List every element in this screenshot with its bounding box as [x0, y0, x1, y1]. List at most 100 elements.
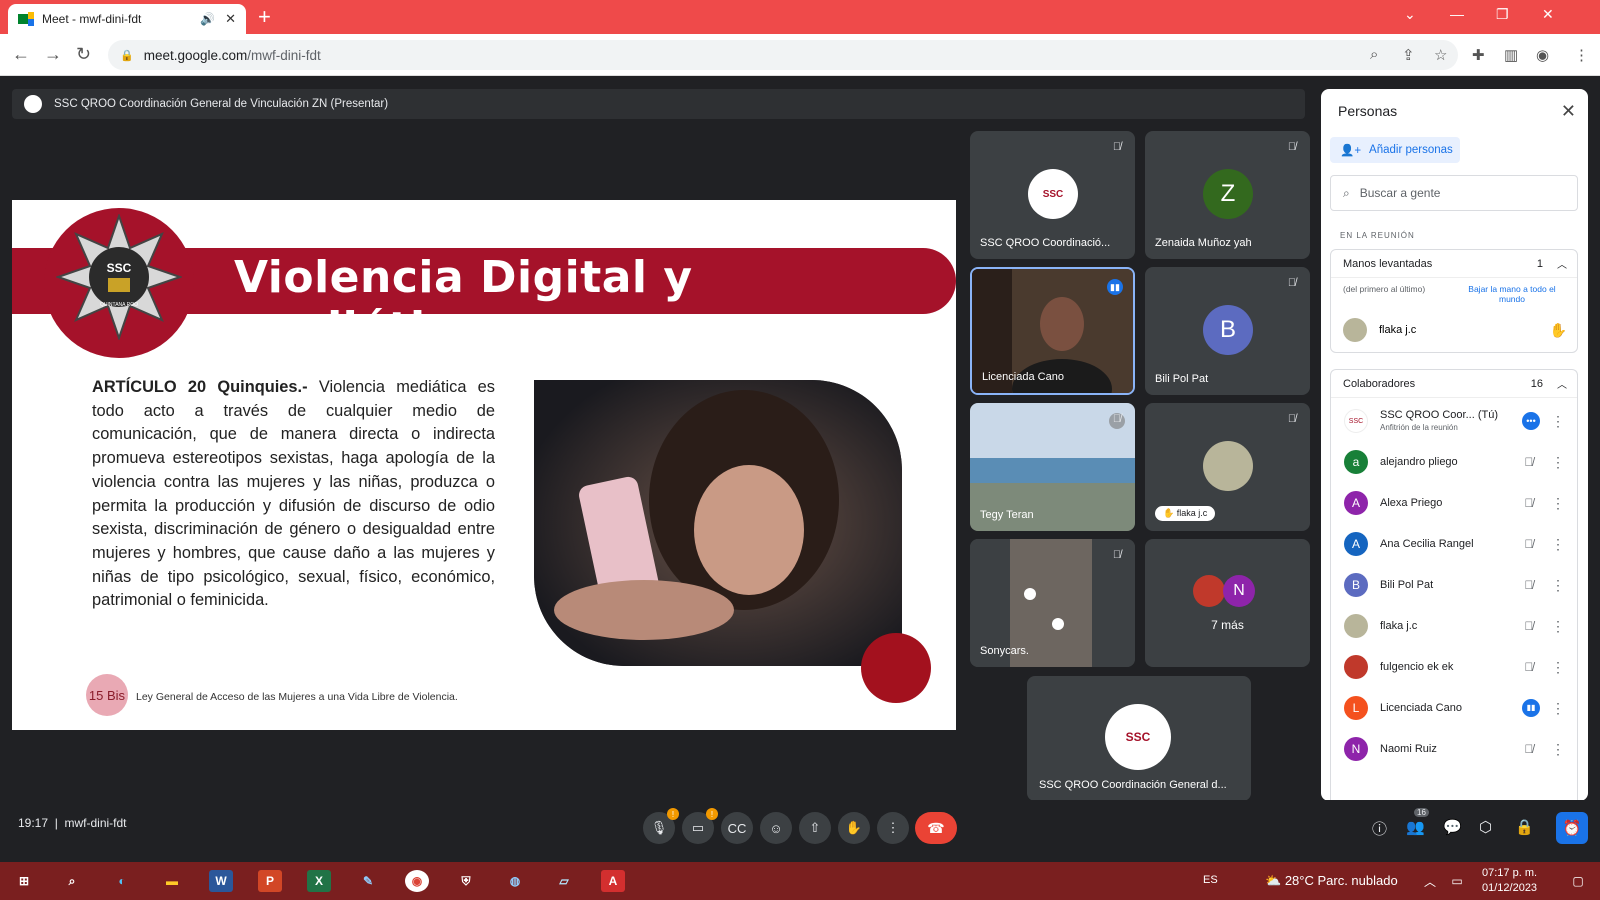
- mic-off-icon[interactable]: 🎙̸: [1518, 660, 1540, 674]
- word-icon[interactable]: W: [209, 870, 233, 892]
- chat-icon[interactable]: 💬: [1443, 818, 1462, 836]
- lock-icon[interactable]: 🔒: [120, 49, 134, 62]
- more-vert-icon[interactable]: ⋮: [1548, 618, 1568, 635]
- browser-menu-icon[interactable]: ⋮: [1574, 46, 1589, 64]
- participant-row[interactable]: fulgencio ek ek 🎙̸ ⋮: [1330, 647, 1578, 687]
- camera-button[interactable]: ▭!: [682, 808, 718, 844]
- mic-off-icon[interactable]: 🎙̸: [1518, 578, 1540, 592]
- reload-icon[interactable]: ↻: [76, 44, 91, 65]
- participant-tile-speaking[interactable]: ▮▮ Licenciada Cano: [970, 267, 1135, 395]
- minimize-icon[interactable]: —: [1450, 6, 1464, 22]
- people-icon[interactable]: 👥 16: [1406, 808, 1429, 836]
- new-tab-icon[interactable]: +: [258, 5, 271, 29]
- hand-icon[interactable]: ✋: [1550, 322, 1567, 339]
- mic-off-icon[interactable]: 🎙̸: [1518, 619, 1540, 633]
- participant-row[interactable]: SSC SSC QROO Coor... (Tú) Anfitrión de la…: [1330, 401, 1578, 441]
- participant-row[interactable]: N Naomi Ruiz 🎙̸ ⋮: [1330, 729, 1578, 769]
- acrobat-icon[interactable]: A: [601, 870, 625, 892]
- alarm-icon[interactable]: ⏰: [1556, 812, 1588, 844]
- share-icon[interactable]: ⇪: [1402, 46, 1415, 64]
- participant-row[interactable]: a alejandro pliego 🎙̸ ⋮: [1330, 442, 1578, 482]
- participant-tile[interactable]: 🎙̸ SSC SSC QROO Coordinació...: [970, 131, 1135, 259]
- excel-icon[interactable]: X: [307, 870, 331, 892]
- avatar: N: [1223, 575, 1255, 607]
- more-vert-icon[interactable]: ⋮: [1548, 741, 1568, 758]
- ssc-logo-avatar: SSC: [1028, 169, 1078, 219]
- tab-search-icon[interactable]: ⌄: [1404, 6, 1416, 23]
- bookmark-star-icon[interactable]: ☆: [1434, 46, 1447, 64]
- participant-tile[interactable]: 🎙̸ Sonycars.: [970, 539, 1135, 667]
- mic-off-icon[interactable]: 🎙̸: [1518, 496, 1540, 510]
- weather-widget[interactable]: ⛅ 28°C Parc. nublado: [1265, 873, 1398, 889]
- language-indicator[interactable]: ES: [1203, 874, 1218, 886]
- more-vert-icon[interactable]: ⋮: [1548, 495, 1568, 512]
- more-vert-icon[interactable]: ⋮: [1548, 577, 1568, 594]
- close-icon[interactable]: ✕: [1561, 101, 1576, 122]
- more-participants-tile[interactable]: N 7 más: [1145, 539, 1310, 667]
- options-icon[interactable]: •••: [1522, 412, 1540, 430]
- more-vert-icon[interactable]: ⋮: [1548, 413, 1568, 430]
- security-shield-icon[interactable]: ⛨: [454, 870, 478, 892]
- forward-icon[interactable]: →: [44, 44, 62, 65]
- profile-icon[interactable]: ◉: [1536, 46, 1549, 64]
- back-icon[interactable]: ←: [12, 44, 30, 65]
- add-people-button[interactable]: 👤+ Añadir personas: [1330, 137, 1460, 163]
- raised-hands-header[interactable]: Manos levantadas 1 ︿: [1331, 250, 1577, 278]
- lower-all-hands-button[interactable]: Bajar la mano a todo el mundo: [1457, 284, 1567, 304]
- browser-tab[interactable]: Meet - mwf-dini-fdt 🔊 ✕: [8, 4, 246, 34]
- edge-icon[interactable]: ◐: [110, 870, 134, 892]
- paint-palette-icon[interactable]: ◍: [503, 870, 527, 892]
- search-icon[interactable]: ⌕: [60, 870, 84, 892]
- windows-start-icon[interactable]: ⊞: [12, 870, 36, 892]
- more-vert-icon[interactable]: ⋮: [1548, 454, 1568, 471]
- captions-button[interactable]: CC: [721, 812, 753, 844]
- tray-expand-icon[interactable]: ︿: [1418, 870, 1442, 892]
- paint-icon[interactable]: ✎: [356, 870, 380, 892]
- mic-off-icon[interactable]: 🎙̸: [1518, 455, 1540, 469]
- info-icon[interactable]: ⓘ: [1372, 818, 1387, 839]
- more-vert-icon[interactable]: ⋮: [1548, 659, 1568, 676]
- mic-off-icon[interactable]: 🎙̸: [1518, 537, 1540, 551]
- activities-icon[interactable]: ⬡: [1479, 818, 1492, 836]
- participant-tile[interactable]: 🎙̸ Tegy Teran: [970, 403, 1135, 531]
- participant-row[interactable]: L Licenciada Cano ▮▮ ⋮: [1330, 688, 1578, 728]
- participant-tile-self[interactable]: SSC SSC QROO Coordinación General d...: [1027, 676, 1251, 801]
- powerpoint-icon[interactable]: P: [258, 870, 282, 892]
- more-vert-icon[interactable]: ⋮: [1548, 536, 1568, 553]
- participant-tile[interactable]: 🎙̸ B Bili Pol Pat: [1145, 267, 1310, 395]
- tab-title: Meet - mwf-dini-fdt: [42, 12, 142, 26]
- leave-call-button[interactable]: ☎: [915, 812, 957, 844]
- collaborators-header[interactable]: Colaboradores 16 ︿: [1331, 370, 1577, 398]
- restore-icon[interactable]: ❐: [1496, 6, 1509, 23]
- file-explorer-icon[interactable]: ▬: [160, 870, 184, 892]
- zoom-icon[interactable]: ⌕: [1370, 46, 1378, 63]
- tab-close-icon[interactable]: ✕: [225, 11, 236, 27]
- participant-tile[interactable]: 🎙̸ ✋ flaka j.c: [1145, 403, 1310, 531]
- address-bar[interactable]: 🔒 meet.google.com/mwf-dini-fdt: [108, 40, 1458, 70]
- more-vert-icon[interactable]: ⋮: [1548, 700, 1568, 717]
- speaker-icon[interactable]: 🔊: [200, 12, 215, 26]
- network-icon[interactable]: ▭: [1445, 870, 1469, 892]
- raise-hand-button[interactable]: ✋: [838, 812, 870, 844]
- emoji-button[interactable]: ☺: [760, 812, 792, 844]
- notifications-icon[interactable]: ▢: [1566, 870, 1590, 892]
- search-input[interactable]: ⌕ Buscar a gente: [1330, 175, 1578, 211]
- microphone-button[interactable]: 🎙!: [643, 808, 679, 844]
- participant-tile[interactable]: 🎙̸ Z Zenaida Muñoz yah: [1145, 131, 1310, 259]
- mic-off-icon[interactable]: 🎙̸: [1518, 742, 1540, 756]
- extensions-icon[interactable]: ✚: [1472, 46, 1485, 64]
- participant-row[interactable]: B Bili Pol Pat 🎙̸ ⋮: [1330, 565, 1578, 605]
- present-button[interactable]: ⇧: [799, 812, 831, 844]
- participant-row[interactable]: flaka j.c 🎙̸ ⋮: [1330, 606, 1578, 646]
- chrome-icon[interactable]: ◉: [405, 870, 429, 892]
- side-panel-icon[interactable]: ▥: [1504, 46, 1518, 64]
- notes-icon[interactable]: ▱: [552, 870, 576, 892]
- host-controls-icon[interactable]: 🔒: [1515, 818, 1534, 836]
- more-options-button[interactable]: ⋮: [877, 812, 909, 844]
- section-label: EN LA REUNIÓN: [1340, 231, 1415, 240]
- participant-row[interactable]: A Ana Cecilia Rangel 🎙̸ ⋮: [1330, 524, 1578, 564]
- browser-toolbar: ← → ↻ 🔒 meet.google.com/mwf-dini-fdt ⌕ ⇪…: [0, 34, 1600, 76]
- window-close-icon[interactable]: ✕: [1542, 6, 1554, 23]
- system-clock[interactable]: 07:17 p. m. 01/12/2023: [1482, 866, 1537, 896]
- participant-row[interactable]: A Alexa Priego 🎙̸ ⋮: [1330, 483, 1578, 523]
